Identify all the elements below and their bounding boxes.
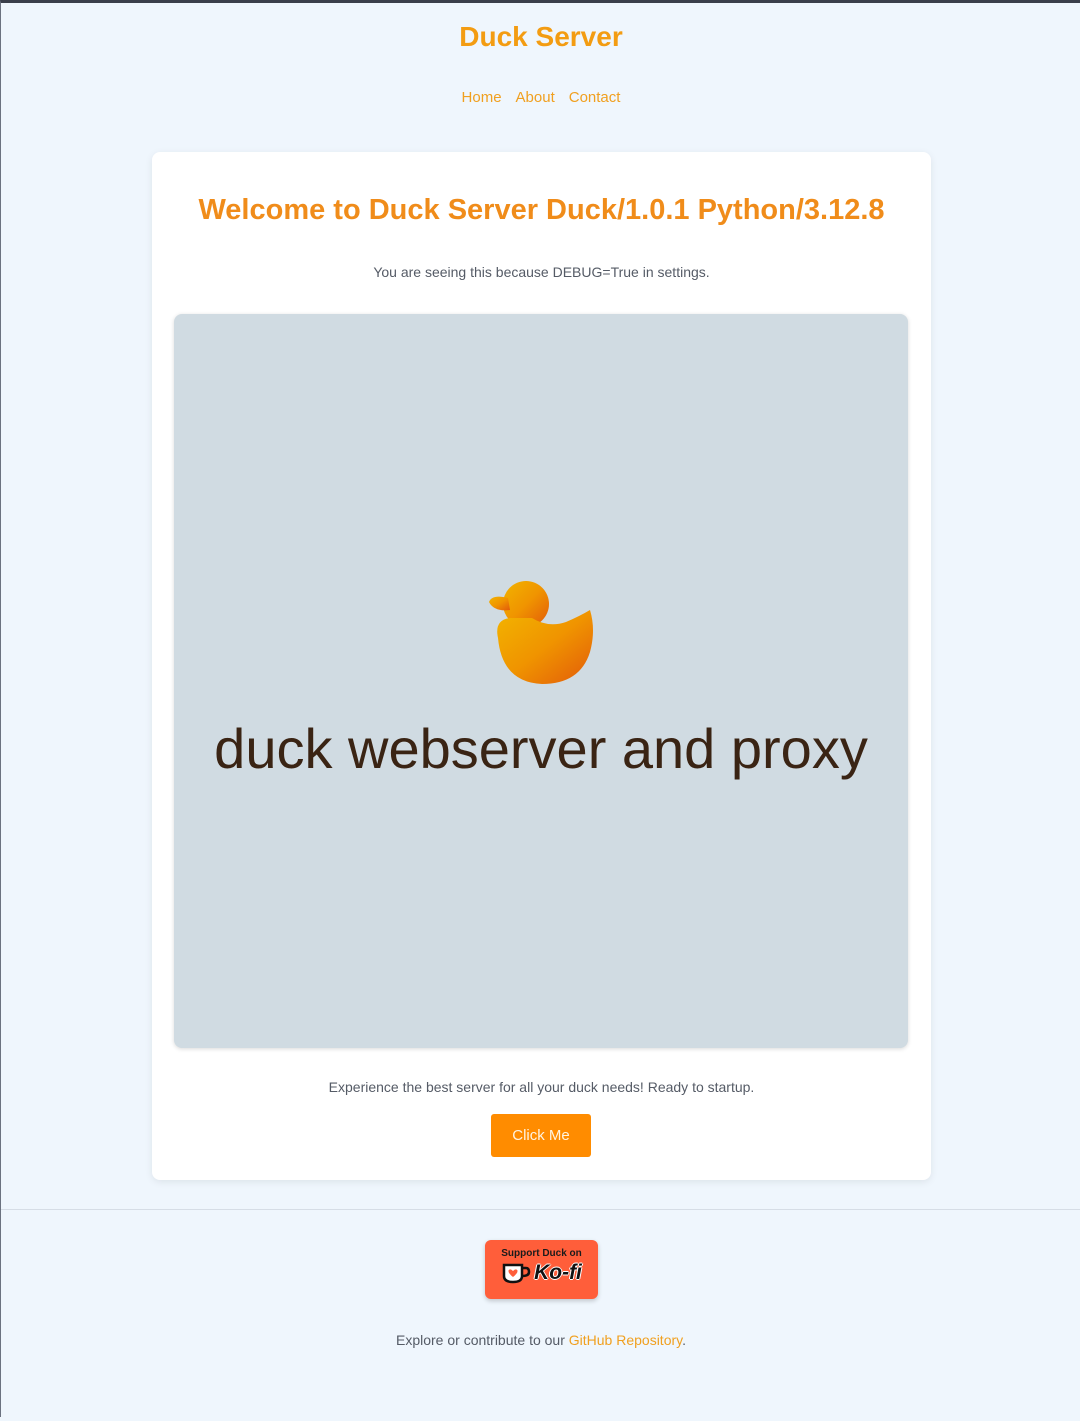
nav-about-link[interactable]: About [516,89,555,106]
site-title: Duck Server [459,21,623,52]
click-me-button[interactable]: Click Me [491,1114,591,1157]
hero-image: duck webserver and proxy [174,314,908,1048]
coffee-cup-icon [502,1263,531,1284]
kofi-logo-text: Ko-fi [534,1261,582,1284]
main-nav: Home About Contact [1,89,1080,106]
tagline: Experience the best server for all your … [328,1079,755,1095]
nav-contact-link[interactable]: Contact [569,89,621,106]
welcome-heading: Welcome to Duck Server Duck/1.0.1 Python… [198,194,885,226]
kofi-top-label: Support Duck on [501,1248,582,1259]
footer: Support Duck on Ko-fi Explore or contrib… [1,1209,1080,1421]
hero-caption: duck webserver and proxy [214,717,868,780]
github-repo-link[interactable]: GitHub Repository [569,1332,682,1348]
nav-home-link[interactable]: Home [462,89,502,106]
debug-note: You are seeing this because DEBUG=True i… [373,264,710,280]
kofi-support-button[interactable]: Support Duck on Ko-fi [485,1240,598,1299]
welcome-card: Welcome to Duck Server Duck/1.0.1 Python… [152,152,931,1180]
explore-text: Explore or contribute to our GitHub Repo… [396,1332,686,1348]
duck-icon [489,581,593,684]
